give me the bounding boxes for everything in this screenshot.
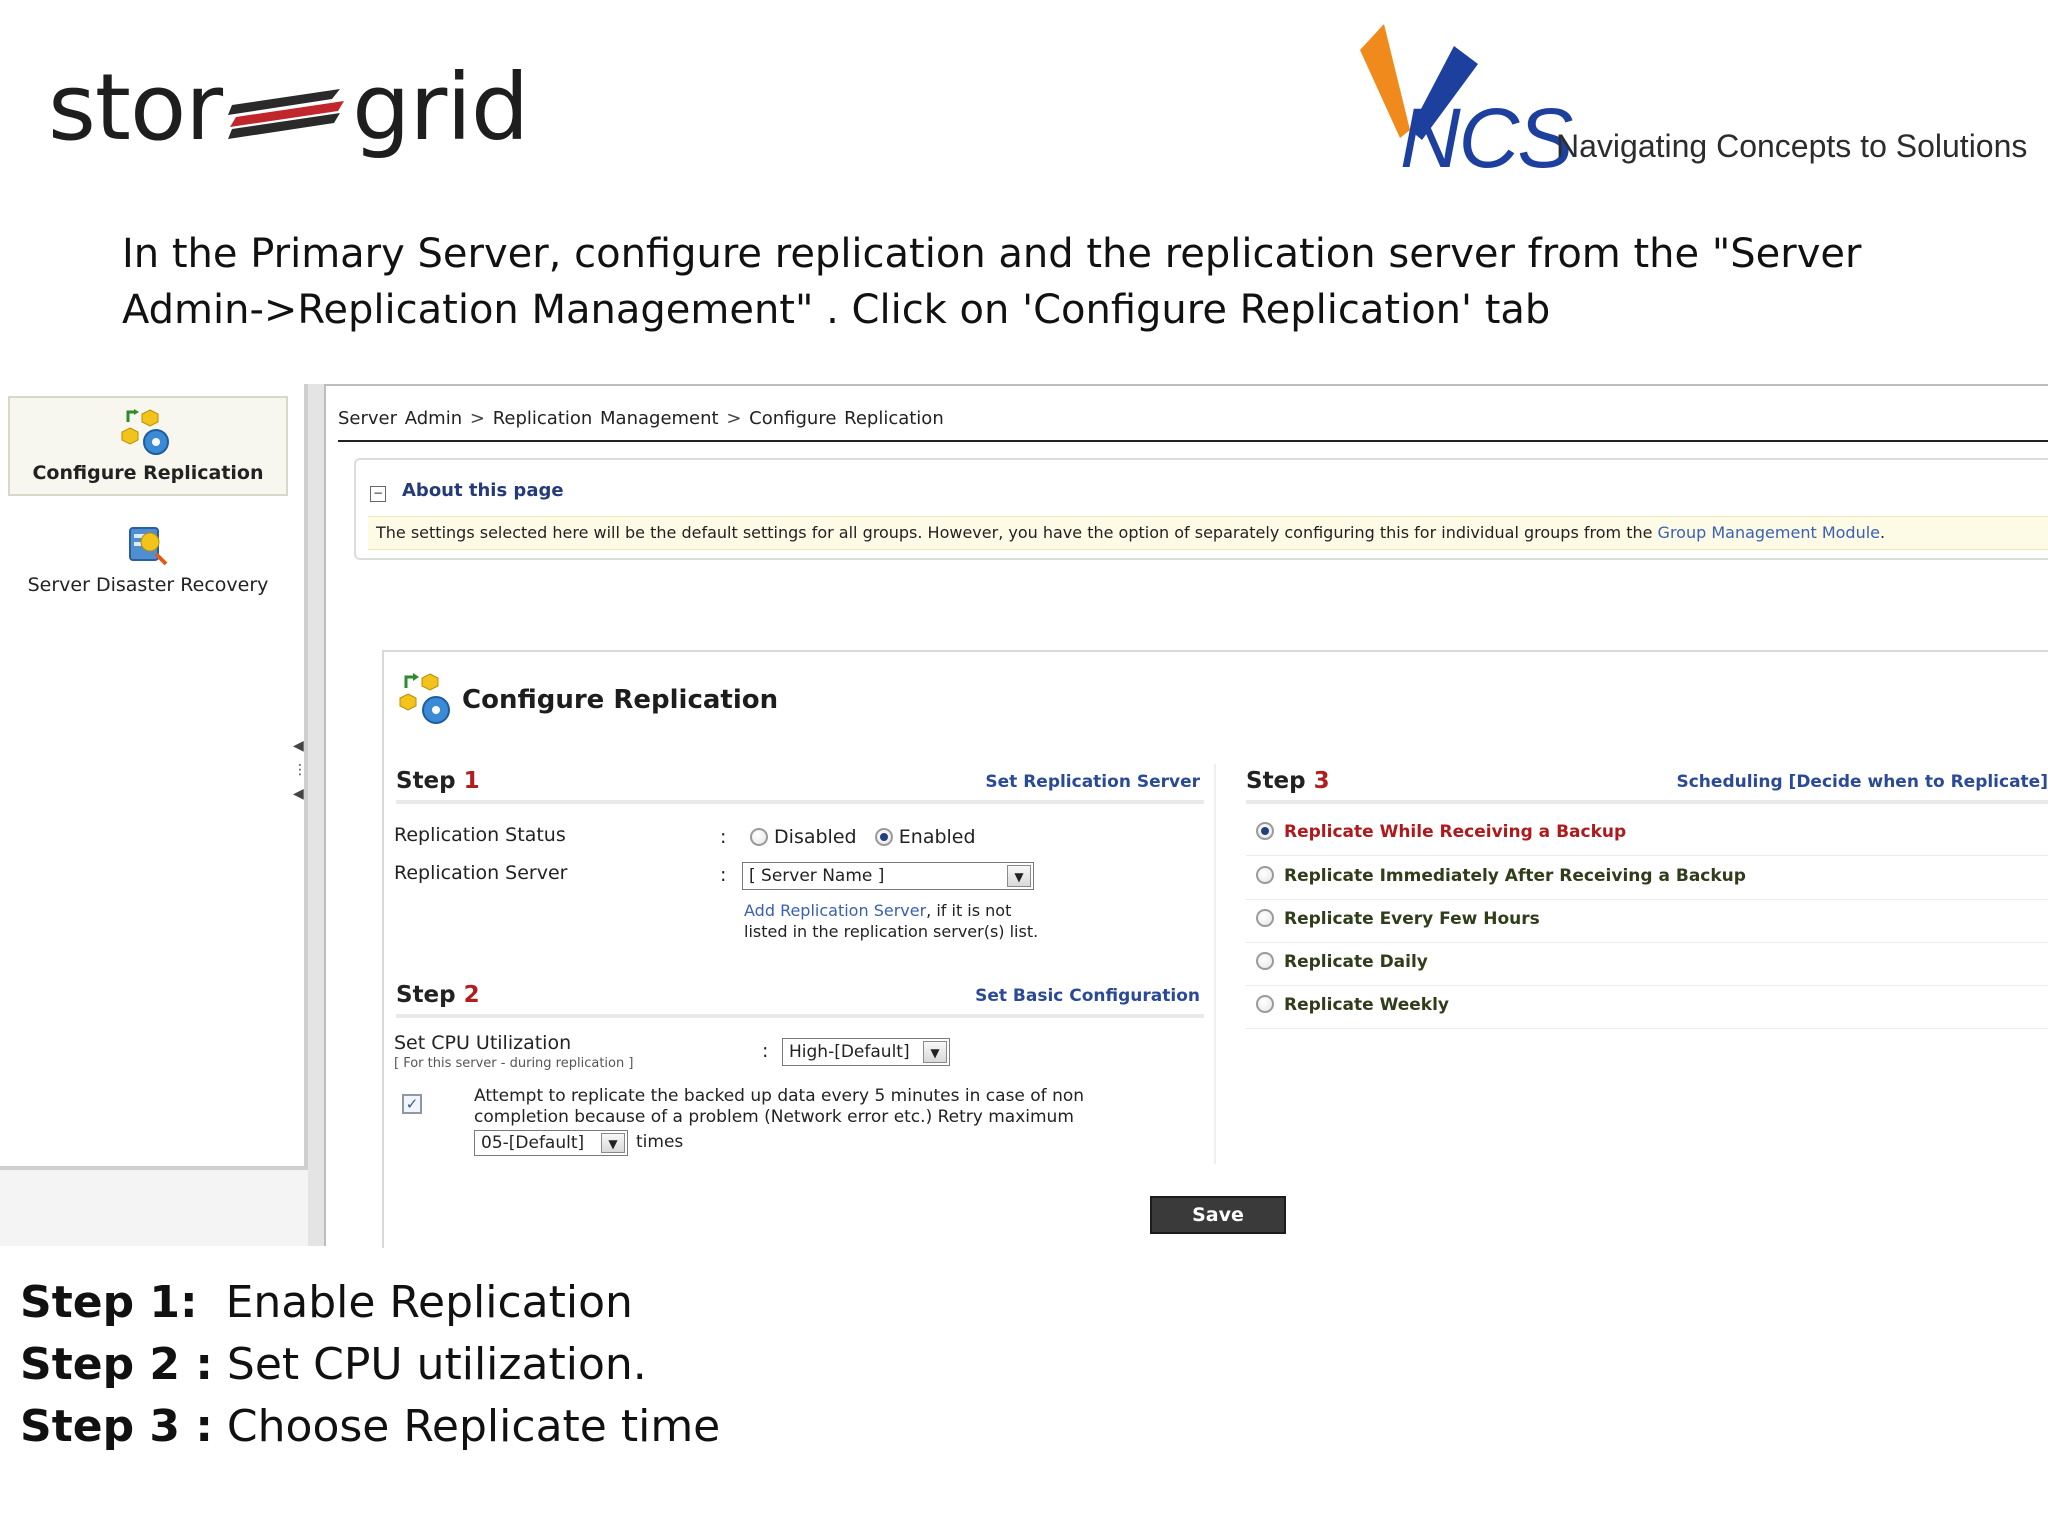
replication-server-select[interactable]: [ Server Name ] ▼ <box>742 862 1034 890</box>
sidebar: Configure Replication Server Disaster Re… <box>0 384 308 1170</box>
disabled-radio[interactable] <box>750 828 768 846</box>
replication-server-label: Replication Server <box>394 862 568 884</box>
schedule-option-label[interactable]: Replicate Weekly <box>1284 995 1449 1015</box>
schedule-option-label[interactable]: Replicate Daily <box>1284 952 1428 972</box>
replication-status-options: Disabled Enabled <box>750 826 976 848</box>
summary-step-1: Step 1: Enable Replication <box>20 1277 633 1328</box>
retry-count-value: 05-[Default] <box>481 1133 585 1153</box>
sidebar-item-label: Configure Replication <box>32 462 264 484</box>
breadcrumb-item-replication-management[interactable]: Replication Management <box>493 408 719 429</box>
add-server-note: Add Replication Server, if it is not lis… <box>744 900 1144 942</box>
cpu-utilization-value: High-[Default] <box>789 1042 910 1062</box>
group-management-module-link[interactable]: Group Management Module <box>1658 523 1880 542</box>
panel-title-text: Configure Replication <box>462 685 779 715</box>
disabled-radio-label[interactable]: Disabled <box>774 826 857 848</box>
cpu-utilization-label: Set CPU Utilization <box>394 1032 572 1054</box>
schedule-radio[interactable] <box>1256 866 1274 884</box>
panel-title: Configure Replication <box>398 672 778 728</box>
enabled-radio-label[interactable]: Enabled <box>899 826 976 848</box>
about-title: About this page <box>402 480 564 501</box>
about-end-punctuation: . <box>1880 523 1886 542</box>
set-basic-configuration-link[interactable]: Set Basic Configuration <box>975 986 1200 1006</box>
retry-checkbox[interactable]: ✓ <box>402 1094 422 1114</box>
schedule-option-immediately-after[interactable]: Replicate Immediately After Receiving a … <box>1246 858 2048 900</box>
breadcrumb: Server Admin > Replication Management > … <box>338 408 944 429</box>
add-note-line1: , if it is not <box>926 901 1012 920</box>
column-divider <box>1214 764 1216 1164</box>
schedule-radio[interactable] <box>1256 909 1274 927</box>
set-replication-server-link[interactable]: Set Replication Server <box>985 772 1200 792</box>
retry-text-line2: completion because of a problem (Network… <box>474 1107 1074 1127</box>
add-replication-server-link[interactable]: Add Replication Server <box>744 901 926 920</box>
scheduling-link[interactable]: Scheduling [Decide when to Replicate] <box>1676 772 2048 792</box>
gears-replication-icon <box>121 409 169 455</box>
schedule-radio[interactable] <box>1256 822 1274 840</box>
retry-text-line1: Attempt to replicate the backed up data … <box>474 1086 1085 1106</box>
chevron-down-icon[interactable]: ▼ <box>1007 865 1031 887</box>
about-note: The settings selected here will be the d… <box>368 516 2048 550</box>
schedule-option-every-few-hours[interactable]: Replicate Every Few Hours <box>1246 901 2048 943</box>
about-header[interactable]: − About this page <box>370 480 564 502</box>
storgrid-logo-right: grid <box>352 53 529 161</box>
storgrid-logo-left: stor <box>48 53 223 161</box>
app-screenshot: Configure Replication Server Disaster Re… <box>0 384 2048 1248</box>
configure-replication-panel: Configure Replication Step 1 Set Replica… <box>382 650 2048 1248</box>
colon-separator: : <box>720 826 727 848</box>
sidebar-item-label: Server Disaster Recovery <box>27 574 269 596</box>
summary-step-2: Step 2 : Set CPU utilization. <box>20 1339 647 1390</box>
step2-label: Step 2 <box>396 982 480 1008</box>
schedule-option-while-receiving[interactable]: Replicate While Receiving a Backup <box>1246 814 2048 856</box>
steps-summary: Step 1: Enable Replication Step 2 : Set … <box>20 1272 720 1458</box>
sidebar-splitter-handle[interactable]: ◀ ⋮ ◀ <box>293 734 307 834</box>
colon-separator: : <box>762 1040 769 1062</box>
breadcrumb-separator: > <box>469 408 485 429</box>
cpu-utilization-select[interactable]: High-[Default] ▼ <box>782 1038 950 1066</box>
schedule-radio[interactable] <box>1256 995 1274 1013</box>
breadcrumb-item-configure-replication: Configure Replication <box>749 408 944 429</box>
schedule-option-weekly[interactable]: Replicate Weekly <box>1246 987 2048 1029</box>
colon-separator: : <box>720 864 727 886</box>
retry-count-select[interactable]: 05-[Default] ▼ <box>474 1130 628 1156</box>
step3-header: Step 3 Scheduling [Decide when to Replic… <box>1246 764 2048 804</box>
schedule-option-daily[interactable]: Replicate Daily <box>1246 944 2048 986</box>
main-content: Server Admin > Replication Management > … <box>324 384 2048 1248</box>
schedule-radio[interactable] <box>1256 952 1274 970</box>
sidebar-item-server-disaster-recovery[interactable]: Server Disaster Recovery <box>8 510 288 600</box>
step2-header: Step 2 Set Basic Configuration <box>396 978 1204 1018</box>
schedule-option-label[interactable]: Replicate While Receiving a Backup <box>1284 822 1626 842</box>
replication-server-value: [ Server Name ] <box>749 866 885 886</box>
content-gutter <box>308 384 324 1246</box>
breadcrumb-item-server-admin[interactable]: Server Admin <box>338 408 462 429</box>
add-note-line2: listed in the replication server(s) list… <box>744 922 1039 941</box>
collapse-toggle-icon[interactable]: − <box>370 486 386 502</box>
summary-step-3: Step 3 : Choose Replicate time <box>20 1401 721 1452</box>
enabled-radio[interactable] <box>874 828 893 846</box>
ncs-logo: NCS Navigating Concepts to Solutions <box>1350 20 2030 185</box>
breadcrumb-divider <box>338 440 2048 442</box>
storgrid-stripes-icon <box>228 89 345 139</box>
ncs-tagline: Navigating Concepts to Solutions <box>1556 128 2028 164</box>
schedule-option-label[interactable]: Replicate Every Few Hours <box>1284 909 1540 929</box>
server-recovery-icon <box>129 527 168 566</box>
step3-label: Step 3 <box>1246 768 1330 794</box>
storgrid-logo: stor grid <box>48 52 529 162</box>
chevron-down-icon[interactable]: ▼ <box>601 1133 625 1153</box>
about-body-text: The settings selected here will be the d… <box>376 523 1653 542</box>
gears-replication-icon <box>399 673 450 724</box>
retry-suffix: times <box>636 1132 684 1152</box>
cpu-utilization-hint: [ For this server - during replication ] <box>394 1056 634 1071</box>
about-this-page-box: − About this page The settings selected h… <box>354 458 2048 560</box>
sidebar-item-configure-replication[interactable]: Configure Replication <box>8 396 288 496</box>
step1-label: Step 1 <box>396 768 480 794</box>
schedule-option-label[interactable]: Replicate Immediately After Receiving a … <box>1284 866 1746 886</box>
chevron-down-icon[interactable]: ▼ <box>923 1041 947 1063</box>
breadcrumb-separator: > <box>726 408 742 429</box>
ncs-wordmark: NCS <box>1400 91 1573 185</box>
step1-header: Step 1 Set Replication Server <box>396 764 1204 804</box>
replication-status-label: Replication Status <box>394 824 566 846</box>
save-button[interactable]: Save <box>1150 1196 1286 1234</box>
instruction-text: In the Primary Server, configure replica… <box>122 231 1862 333</box>
retry-description: Attempt to replicate the backed up data … <box>474 1086 1214 1128</box>
